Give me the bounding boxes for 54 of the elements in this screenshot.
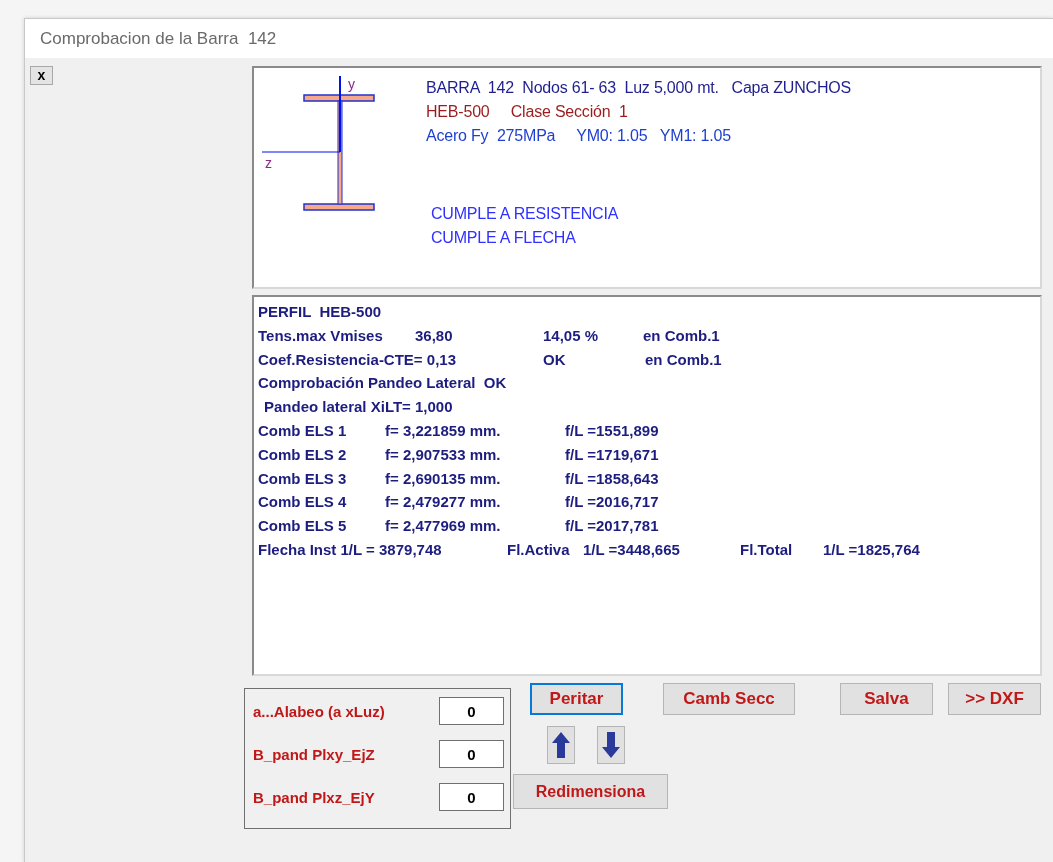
action-button[interactable]: >> DXF	[948, 683, 1041, 715]
report-text: OK	[543, 349, 567, 370]
report-text: f/L =2017,781	[565, 516, 659, 537]
move-up-button[interactable]	[547, 726, 575, 764]
report-text: f/L =2016,717	[565, 492, 659, 513]
report-text: 36,80	[415, 325, 454, 346]
action-button[interactable]: Peritar	[530, 683, 623, 715]
report-text: 1/L =3448,665	[583, 539, 681, 560]
report-text: Comb ELS 2	[258, 444, 348, 465]
report-text: en Comb.1	[643, 325, 720, 346]
report-text: Fl.Activa	[507, 539, 571, 560]
parameter-label: B_pand Plxy_EjZ	[253, 745, 376, 763]
report-text: Coef.Resistencia-CTE= 0,13	[258, 349, 457, 370]
report-text: en Comb.1	[645, 349, 722, 370]
arrow-up-icon	[551, 731, 571, 759]
report-text: 1/L =1825,764	[823, 539, 920, 560]
action-button[interactable]: Camb Secc	[663, 683, 795, 715]
report-text: Comb ELS 4	[258, 492, 348, 513]
report-text: Comb ELS 3	[258, 468, 348, 489]
report-text: Comb ELS 5	[258, 516, 348, 537]
axis-label: y	[348, 76, 355, 92]
report-text: f= 2,690135 mm.	[385, 468, 502, 489]
report-text: Flecha Inst 1/L = 3879,748	[258, 539, 443, 560]
parameter-label: B_pand Plxz_EjY	[253, 788, 376, 806]
verdict-text: CUMPLE A RESISTENCIA	[431, 204, 620, 224]
verdict-text: CUMPLE A FLECHA	[431, 228, 577, 248]
axis-label: z	[265, 155, 272, 171]
report-text: 14,05 %	[543, 325, 600, 346]
parameter-field[interactable]: 0	[439, 697, 504, 725]
report-text: f/L =1858,643	[565, 468, 659, 489]
summary-line: Acero Fy 275MPa YM0: 1.05 YM1: 1.05	[426, 126, 732, 146]
report-text: Comb ELS 1	[258, 421, 348, 441]
arrow-down-icon	[601, 731, 621, 759]
report-text: Pandeo lateral XiLT= 1,000	[264, 397, 453, 418]
report-text: f/L =1551,899	[565, 421, 659, 441]
parameter-field[interactable]: 0	[439, 740, 504, 768]
report-text: f/L =1719,671	[565, 444, 659, 465]
report-text: f= 2,907533 mm.	[385, 444, 502, 465]
summary-line: HEB-500 Clase Sección 1	[426, 102, 629, 122]
report-text: f= 2,477969 mm.	[385, 516, 502, 537]
report-text: f= 2,479277 mm.	[385, 492, 502, 513]
parameter-label: a...Alabeo (a xLuz)	[253, 702, 386, 720]
report-text: PERFIL HEB-500	[258, 302, 382, 322]
parameter-field[interactable]: 0	[439, 783, 504, 811]
report-text: Tens.max Vmises	[258, 325, 384, 346]
close-button[interactable]: x	[30, 66, 53, 85]
resize-button[interactable]: Redimensiona	[513, 774, 668, 809]
window-title: Comprobacion de la Barra 142	[25, 19, 1053, 58]
move-down-button[interactable]	[597, 726, 625, 764]
action-button[interactable]: Salva	[840, 683, 933, 715]
report-text: Fl.Total	[740, 539, 794, 560]
report-text: f= 3,221859 mm.	[385, 421, 502, 441]
report-text: Comprobación Pandeo Lateral OK	[258, 373, 507, 394]
summary-line: BARRA 142 Nodos 61- 63 Luz 5,000 mt. Capa ZUNCHOS	[426, 78, 851, 98]
